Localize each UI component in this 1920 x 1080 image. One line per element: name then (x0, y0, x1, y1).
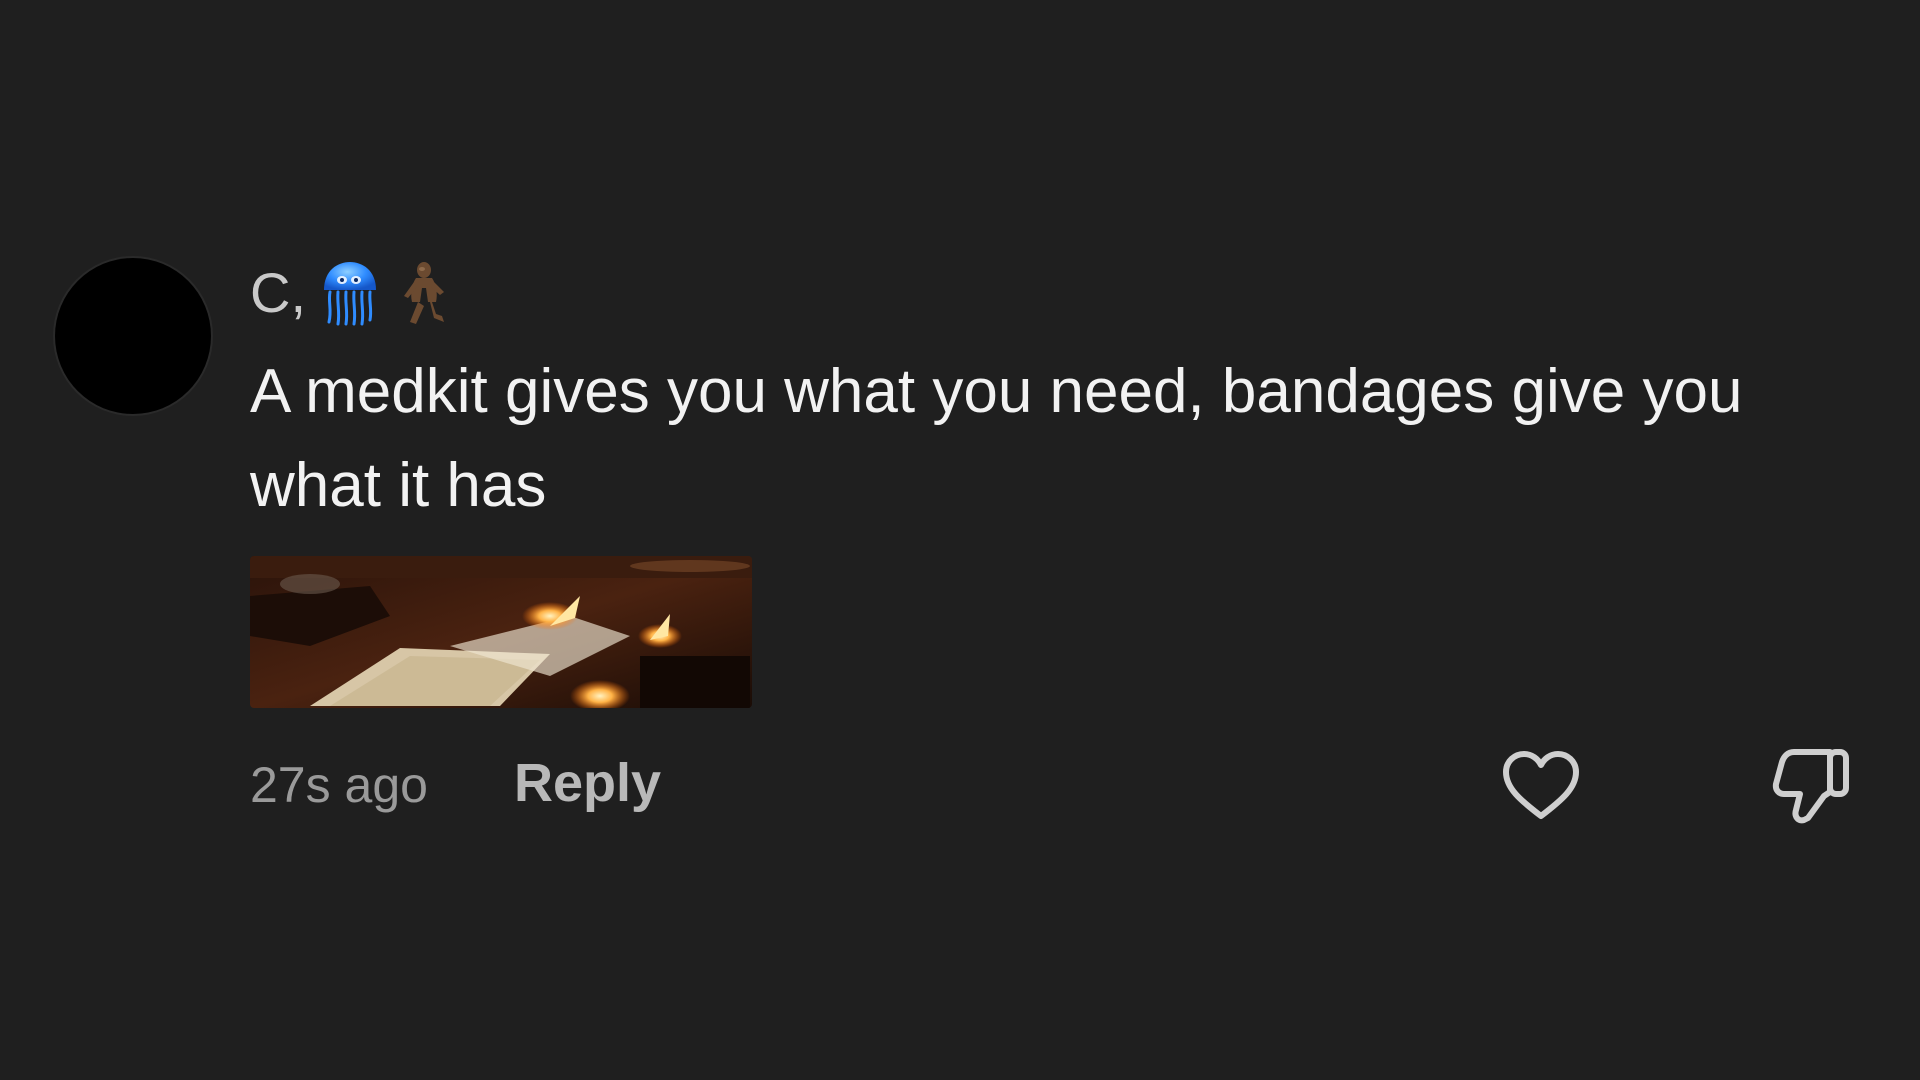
timestamp: 27s ago (250, 757, 428, 813)
jellyfish-emoji-icon (320, 258, 380, 328)
comment-item: C, A medkit gives you what you need, ban… (0, 0, 1920, 1080)
gif-thumbnail[interactable] (250, 556, 752, 708)
reply-button[interactable]: Reply (514, 750, 661, 816)
heart-icon[interactable] (1500, 748, 1582, 822)
thumbs-down-icon[interactable] (1772, 744, 1852, 826)
comment-header: C, (250, 258, 454, 328)
comment-text: A medkit gives you what you need, bandag… (250, 357, 1743, 520)
avatar[interactable] (55, 258, 211, 414)
username[interactable]: C, (250, 265, 306, 321)
bigfoot-emoji-icon (394, 258, 454, 328)
